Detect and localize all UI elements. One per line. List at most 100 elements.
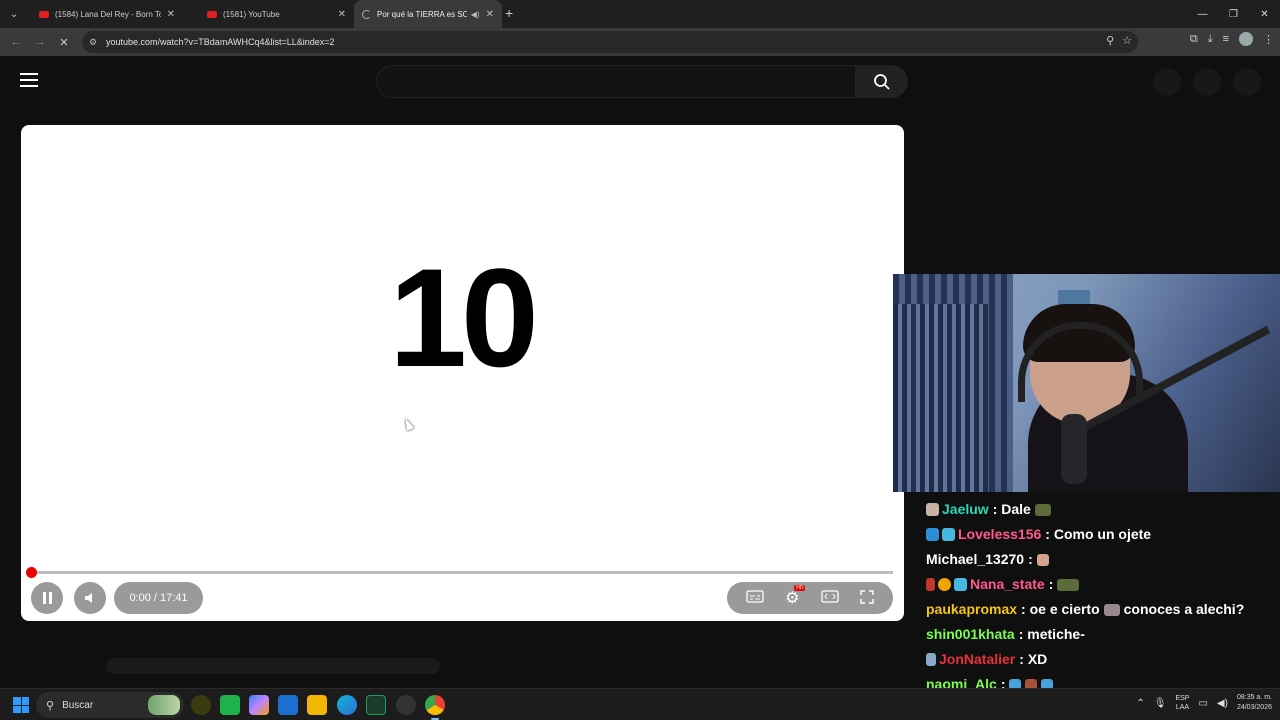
stop-loading-icon[interactable]: ✕ — [52, 30, 76, 54]
loading-placeholder — [106, 658, 440, 674]
system-tray: ⌃ 🎙︎ ESP LAA ▭ ◀) 08:35 a. m. 24/03/2026 — [1136, 693, 1272, 713]
app-icon-1[interactable] — [191, 695, 211, 715]
tab-title: Por qué la TIERRA es SOSPE — [377, 9, 467, 19]
browser-tab-2[interactable]: (1581) YouTube ✕ — [199, 0, 354, 28]
microphone-icon[interactable]: 🎙︎ — [1154, 698, 1167, 709]
video-frame-number: 10 — [389, 239, 539, 396]
back-icon[interactable]: ← — [4, 30, 28, 54]
chat-badge-icon — [926, 578, 935, 591]
webcam-overlay — [893, 274, 1280, 492]
minimize-icon[interactable]: — — [1187, 0, 1218, 28]
pause-icon — [42, 592, 52, 604]
chat-username: paukapromax — [926, 601, 1018, 617]
new-tab-icon[interactable]: + — [505, 5, 513, 21]
lang-top: ESP — [1175, 695, 1190, 702]
settings-gear-icon[interactable]: ⚙ HD — [785, 585, 806, 608]
background-headboard — [893, 304, 988, 492]
chrome-icon[interactable] — [425, 695, 445, 720]
browser-toolbar: ← → ✕ ⚙ youtube.com/watch?v=TBdamAWHCq4&… — [0, 28, 1280, 56]
search-icon: ⚲ — [46, 699, 55, 712]
search-button[interactable] — [856, 65, 908, 98]
extensions-icon[interactable]: ⧉ — [1190, 33, 1198, 46]
search-input[interactable] — [376, 65, 856, 98]
hamburger-menu-icon[interactable] — [20, 73, 38, 87]
window-controls: — ❐ ✕ — [1187, 0, 1280, 28]
create-button[interactable] — [1153, 68, 1181, 96]
theater-mode-icon[interactable] — [821, 590, 839, 606]
notifications-button[interactable] — [1193, 68, 1221, 96]
volume-button[interactable] — [74, 582, 106, 614]
pause-button[interactable] — [31, 582, 63, 614]
close-window-icon[interactable]: ✕ — [1249, 0, 1280, 28]
chat-message: Nana_state: — [926, 572, 1280, 597]
forward-icon[interactable]: → — [28, 30, 52, 54]
lang-bottom: LAA — [1175, 704, 1190, 711]
hd-badge: HD — [794, 585, 806, 591]
chat-emote-icon — [1057, 578, 1080, 591]
search-highlight-image — [148, 695, 180, 715]
chat-text: Dale — [1001, 501, 1031, 517]
chat-badge-icon — [926, 528, 939, 541]
zoom-icon[interactable]: ⚲ — [1106, 34, 1114, 47]
chat-badge-icon — [942, 528, 955, 541]
close-tab-icon[interactable]: ✕ — [167, 9, 175, 20]
app-icon-8[interactable] — [396, 695, 416, 715]
url-text[interactable]: youtube.com/watch?v=TBdamAWHCq4&list=LL&… — [106, 37, 335, 47]
loading-icon — [362, 9, 371, 19]
chat-emote-icon — [1036, 553, 1049, 566]
chat-message: JonNatalier: XD — [926, 647, 1280, 672]
player-right-controls: ⚙ HD — [727, 582, 893, 614]
youtube-icon — [207, 10, 217, 18]
clock[interactable]: 08:35 a. m. 24/03/2026 — [1237, 693, 1272, 713]
bookmark-star-icon[interactable]: ☆ — [1122, 34, 1132, 47]
clock-date: 24/03/2026 — [1236, 704, 1272, 711]
fullscreen-icon[interactable] — [860, 589, 874, 607]
clock-time: 08:35 a. m. — [1236, 694, 1272, 701]
search-icon — [874, 73, 890, 90]
volume-tray-icon[interactable]: ◀) — [1217, 698, 1228, 709]
chat-text: oe e cierto — [1029, 601, 1100, 617]
edge-icon[interactable] — [337, 695, 357, 715]
file-explorer-icon[interactable] — [307, 695, 327, 715]
youtube-header — [0, 56, 1280, 108]
excel-icon[interactable] — [366, 695, 386, 715]
copilot-icon[interactable] — [249, 695, 269, 715]
chat-message: Michael_13270: — [926, 547, 1280, 572]
taskbar-search-label: Buscar — [62, 699, 94, 711]
progress-bar[interactable] — [26, 567, 893, 578]
volume-icon — [85, 593, 92, 603]
browser-tab-1[interactable]: (1584) Lana Del Rey - Born To D ✕ — [31, 0, 183, 28]
windows-start-icon[interactable] — [13, 697, 29, 713]
taskbar-search[interactable]: ⚲ Buscar — [36, 692, 184, 718]
site-info-icon[interactable]: ⚙ — [86, 35, 100, 49]
app-icon-2[interactable] — [220, 695, 240, 715]
network-icon[interactable]: ▭ — [1198, 698, 1207, 709]
microsoft-store-icon[interactable] — [278, 695, 298, 715]
chat-badge-icon — [954, 578, 967, 591]
scrubber-handle[interactable] — [26, 567, 37, 578]
microphone — [1061, 414, 1087, 484]
speaker-icon[interactable]: ◀) — [471, 10, 480, 19]
browser-tab-3[interactable]: Por qué la TIERRA es SOSPE ◀) ✕ — [354, 0, 502, 28]
chat-username: Loveless156 — [958, 526, 1042, 542]
chat-username: Michael_13270 — [926, 551, 1025, 567]
time-readout: 0:00 / 17:41 — [129, 592, 188, 604]
time-display: 0:00 / 17:41 — [114, 582, 203, 614]
language-indicator[interactable]: ESP LAA — [1175, 694, 1189, 712]
close-tab-icon[interactable]: ✕ — [486, 9, 494, 20]
show-hidden-icons[interactable]: ⌃ — [1136, 698, 1144, 709]
download-icon[interactable]: ⤓ — [1208, 33, 1213, 46]
tab-search-menu-icon[interactable]: ⌄ — [3, 3, 25, 25]
chat-text: Como un ojete — [1053, 526, 1152, 542]
restore-icon[interactable]: ❐ — [1218, 0, 1249, 28]
chrome-menu-icon[interactable]: ⋮ — [1263, 33, 1274, 46]
subtitles-icon[interactable] — [746, 590, 764, 606]
media-control-icon[interactable]: ≡ — [1223, 33, 1229, 45]
account-avatar[interactable] — [1233, 68, 1261, 96]
address-bar[interactable]: ⚙ youtube.com/watch?v=TBdamAWHCq4&list=L… — [82, 31, 1138, 53]
browser-tab-bar: ⌄ (1584) Lana Del Rey - Born To D ✕ (158… — [0, 0, 1280, 28]
chat-badge-icon — [926, 503, 939, 516]
profile-avatar[interactable] — [1239, 32, 1253, 46]
chat-username: Jaeluw — [942, 501, 989, 517]
close-tab-icon[interactable]: ✕ — [338, 9, 346, 20]
